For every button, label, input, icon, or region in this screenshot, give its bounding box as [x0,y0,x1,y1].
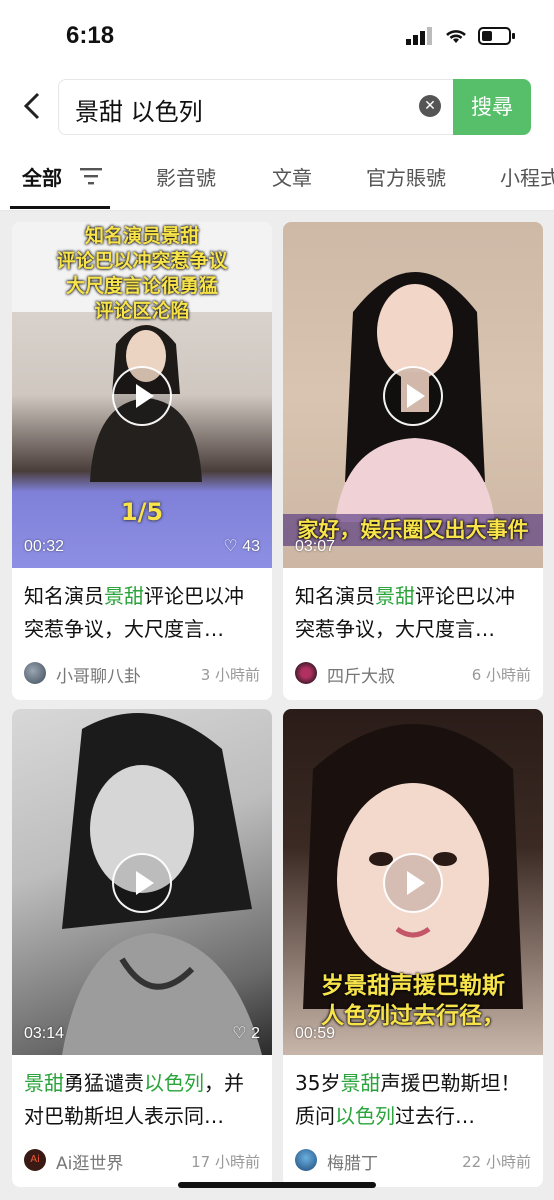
back-icon[interactable] [20,88,44,124]
status-bar: 6:18 [0,0,554,72]
video-title[interactable]: 35岁景甜声援巴勒斯坦！质问以色列过去行… [283,1055,543,1133]
status-icons [406,26,516,46]
video-card[interactable]: 03:14 ♡ 2 景甜勇猛谴责以色列，并对巴勒斯坦人表示同… Ai Ai逛世界… [12,709,272,1187]
signal-icon [406,27,432,45]
video-duration: 03:07 [295,538,336,555]
title-highlight: 景甜 [340,1071,381,1095]
video-meta: Ai Ai逛世界 17 小時前 [12,1133,272,1187]
video-title[interactable]: 景甜勇猛谴责以色列，并对巴勒斯坦人表示同… [12,1055,272,1133]
video-meta: 四斤大叔 6 小時前 [283,646,543,700]
avatar[interactable] [295,1149,317,1171]
video-thumbnail[interactable]: 岁景甜声援巴勒斯 人色列过去行径， 00:59 [283,709,543,1055]
heart-icon: ♡ [223,538,238,555]
active-tab-indicator [10,206,110,209]
timestamp: 6 小時前 [471,666,531,684]
tab-official-accounts[interactable]: 官方賬號 [366,162,446,191]
filter-icon[interactable] [80,166,102,186]
video-duration: 03:14 [24,1025,65,1042]
search-input[interactable]: 景甜 以色列 ✕ [58,79,453,135]
video-meta: 梅腊丁 22 小時前 [283,1133,543,1187]
author-name[interactable]: Ai逛世界 [56,1149,123,1174]
video-card[interactable]: 知名演员景甜 评论巴以冲突惹争议 大尺度言论很勇猛 评论区沦陷 1/5 00:3… [12,222,272,700]
play-icon[interactable] [112,853,172,913]
wifi-icon [446,30,466,43]
likes-value: 2 [251,1025,260,1042]
likes-value: 43 [242,538,260,555]
caption-line: 大尺度言论很勇猛 [65,275,218,297]
search-bar: 景甜 以色列 ✕ 搜尋 [0,72,554,148]
search-button[interactable]: 搜尋 [453,79,531,135]
title-segment: 勇猛谴责 [64,1071,144,1095]
avatar[interactable] [295,662,317,684]
video-thumbnail[interactable]: 家好，娱乐圈又出大事件 03:07 [283,222,543,568]
play-icon[interactable] [383,366,443,426]
timestamp: 17 小時前 [191,1153,260,1171]
video-card[interactable]: 家好，娱乐圈又出大事件 03:07 知名演员景甜评论巴以冲突惹争议，大尺度言… … [283,222,543,700]
video-card[interactable]: 岁景甜声援巴勒斯 人色列过去行径， 00:59 35岁景甜声援巴勒斯坦！质问以色… [283,709,543,1187]
title-highlight: 以色列 [144,1071,204,1095]
tab-all[interactable]: 全部 [22,162,62,191]
video-duration: 00:32 [24,538,65,555]
caption-line: 岁景甜声援巴勒斯 [321,973,505,999]
video-caption: 知名演员景甜 评论巴以冲突惹争议 大尺度言论很勇猛 评论区沦陷 [12,224,272,324]
avatar[interactable]: Ai [24,1149,46,1171]
title-highlight: 景甜 [104,584,144,608]
title-segment: 知名演员 [24,584,104,608]
video-thumbnail[interactable]: 03:14 ♡ 2 [12,709,272,1055]
title-highlight: 景甜 [24,1071,64,1095]
title-segment: 知名演员 [295,584,375,608]
status-time: 6:18 [66,22,115,49]
caption-line: 评论区沦陷 [94,300,190,322]
title-segment: 35岁 [295,1071,341,1095]
tab-bar: 全部 影音號 文章 官方賬號 小程式 [0,148,554,211]
caption-line: 评论巴以冲突惹争议 [56,250,228,272]
title-segment: 过去行… [395,1104,475,1128]
video-title[interactable]: 知名演员景甜评论巴以冲突惹争议，大尺度言… [12,568,272,646]
video-caption: 岁景甜声援巴勒斯 人色列过去行径， [283,971,543,1031]
avatar[interactable] [24,662,46,684]
video-title[interactable]: 知名演员景甜评论巴以冲突惹争议，大尺度言… [283,568,543,646]
title-highlight: 以色列 [335,1104,395,1128]
timestamp: 3 小時前 [200,666,260,684]
tab-mini-programs[interactable]: 小程式 [500,162,554,191]
likes-count: ♡ 2 [232,1023,260,1043]
tab-video[interactable]: 影音號 [156,162,216,191]
likes-count: ♡ 43 [223,536,260,556]
page-indicator: 1/5 [120,498,164,526]
heart-icon: ♡ [232,1025,247,1042]
play-icon[interactable] [112,366,172,426]
play-icon[interactable] [383,853,443,913]
tab-articles[interactable]: 文章 [272,162,312,191]
video-meta: 小哥聊八卦 3 小時前 [12,646,272,700]
author-name[interactable]: 梅腊丁 [327,1149,378,1174]
video-thumbnail[interactable]: 知名演员景甜 评论巴以冲突惹争议 大尺度言论很勇猛 评论区沦陷 1/5 00:3… [12,222,272,568]
battery-icon [478,27,515,45]
timestamp: 22 小時前 [462,1153,531,1171]
home-indicator [178,1182,376,1188]
clear-icon[interactable]: ✕ [419,95,441,117]
video-duration: 00:59 [295,1025,336,1042]
search-query: 景甜 以色列 [75,98,203,126]
author-name[interactable]: 四斤大叔 [327,662,395,687]
title-highlight: 景甜 [375,584,415,608]
author-name[interactable]: 小哥聊八卦 [56,662,141,687]
caption-line: 知名演员景甜 [84,225,199,247]
